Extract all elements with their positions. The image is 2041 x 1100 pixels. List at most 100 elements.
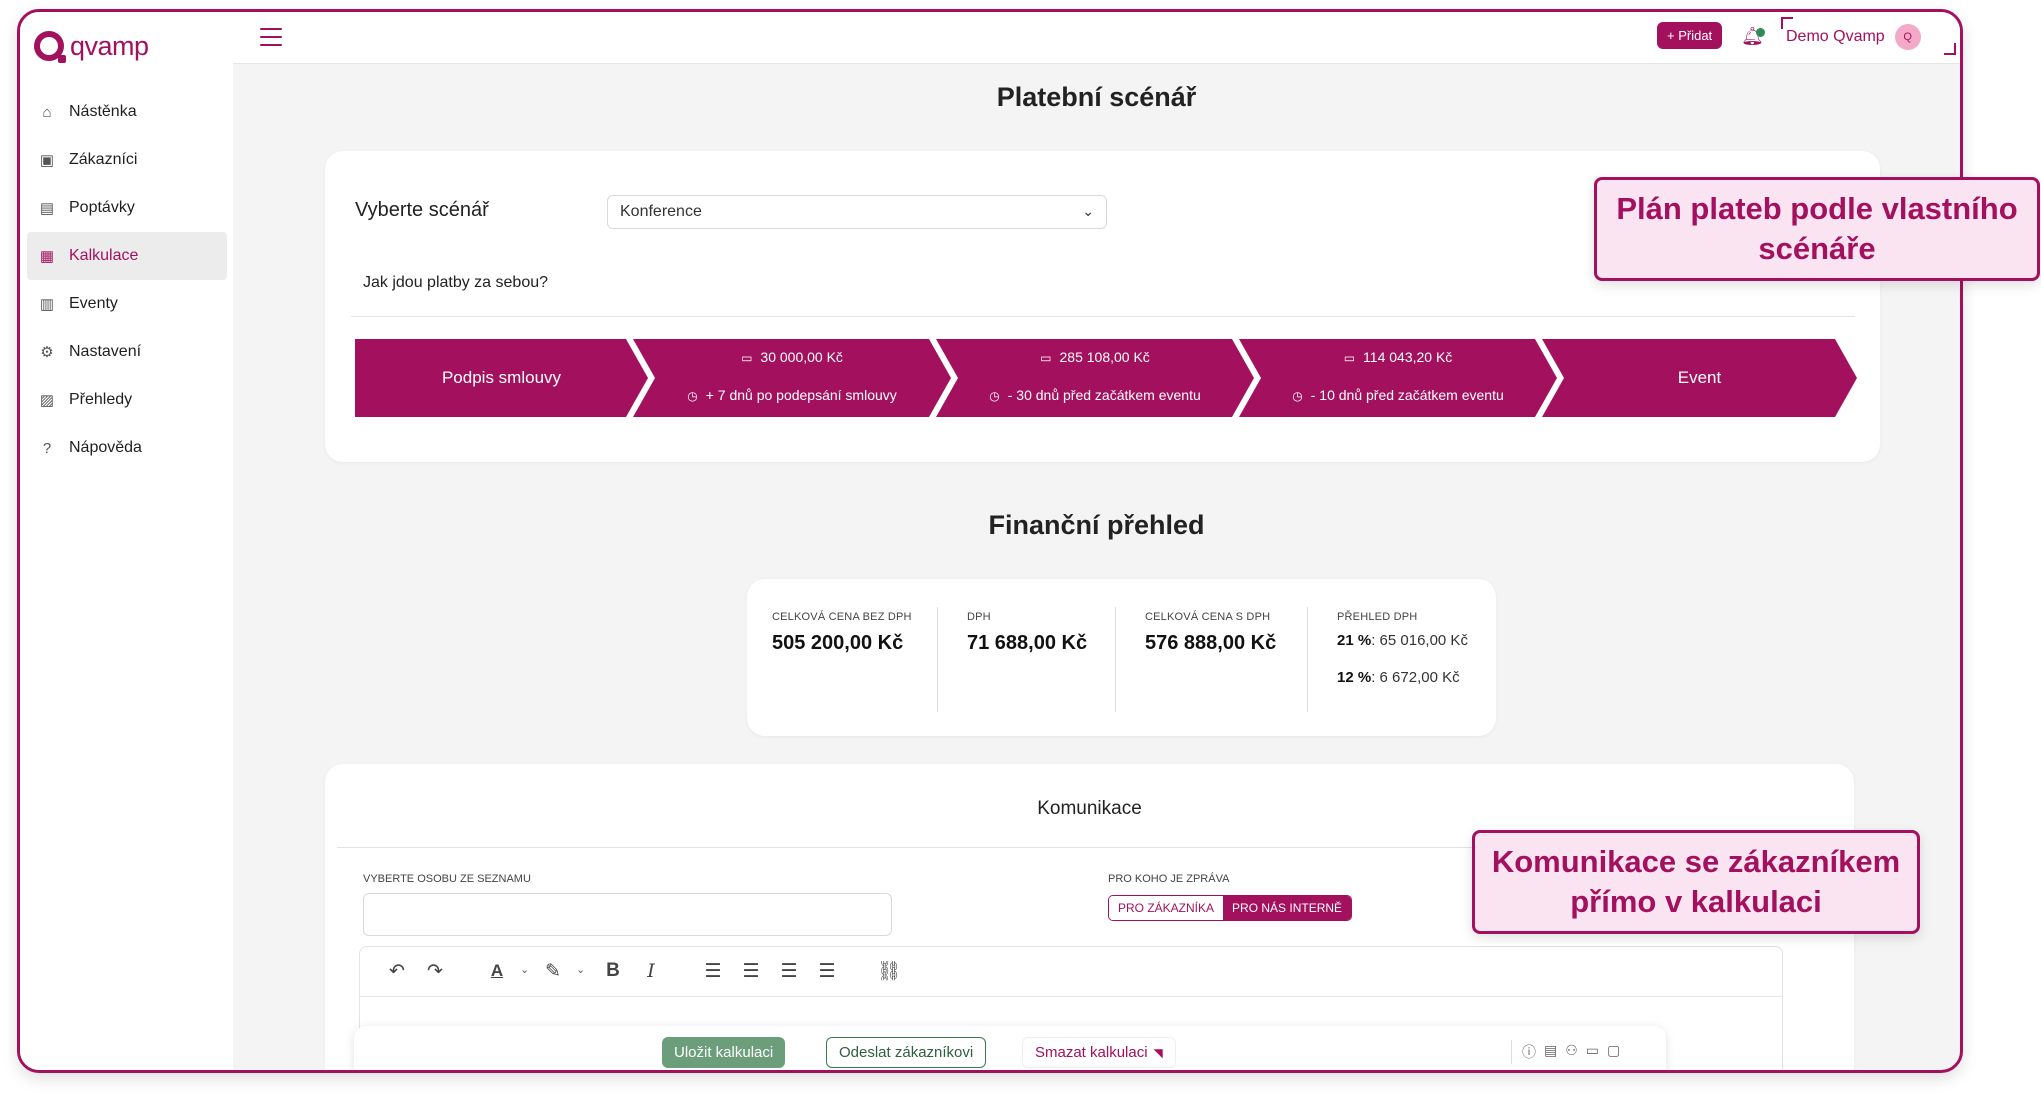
flow-step-amount: 114 043,20 Kč <box>1363 349 1453 365</box>
sidebar-item-label: Kalkulace <box>69 247 139 264</box>
logo[interactable]: qvamp <box>34 26 149 66</box>
align-right-icon[interactable]: ☰ <box>776 958 802 984</box>
sidebar-item-label: Poptávky <box>69 199 135 216</box>
logo-text: qvamp <box>70 30 149 61</box>
money-icon[interactable]: ▭ <box>1586 1042 1599 1062</box>
chart-icon: ▨ <box>39 392 55 409</box>
home-icon: ⌂ <box>42 103 52 121</box>
people-icon[interactable]: ⚇ <box>1565 1042 1578 1062</box>
calendar-icon: ▥ <box>39 296 55 313</box>
delete-button-label: Smazat kalkulaci <box>1035 1044 1148 1061</box>
sidebar-item-eventy[interactable]: ▥ Eventy <box>27 280 227 328</box>
avatar: Q <box>1894 24 1921 50</box>
chevron-down-icon: ⌄ <box>1082 203 1094 219</box>
logo-mark-icon <box>34 31 66 63</box>
scenario-label: Vyberte scénář <box>355 199 489 221</box>
undo-icon[interactable]: ↶ <box>384 958 410 984</box>
clock-icon: ◷ <box>989 389 1000 403</box>
person-input[interactable] <box>363 893 892 936</box>
notes-icon[interactable]: ▤ <box>1544 1042 1557 1062</box>
sidebar-item-label: Zákazníci <box>69 151 138 168</box>
flow-step-title: Podpis smlouvy <box>441 368 562 387</box>
money-icon: ▭ <box>1040 351 1052 365</box>
topbar: + Přidat 🔔︎ Demo Qvamp Q <box>233 12 1960 64</box>
page-title: Platební scénář <box>996 82 1197 112</box>
sidebar-item-nastaveni[interactable]: ⚙ Nastavení <box>27 328 227 376</box>
align-left-icon[interactable]: ☰ <box>700 958 726 984</box>
scenario-select[interactable]: Konference ⌄ <box>607 195 1107 229</box>
scenario-select-value: Konference <box>620 203 702 220</box>
flow-step-payment-1: ▭ 30 000,00 Kč ◷ + 7 dnů po podepsání smlo… <box>633 339 951 417</box>
align-center-icon[interactable]: ☰ <box>738 958 764 984</box>
divider <box>1115 607 1116 712</box>
add-button[interactable]: + Přidat <box>1657 22 1723 49</box>
finance-vat-overview: Přehled DPH 21 %: 65 016,00 Kč 12 %: 6 6… <box>1337 611 1468 686</box>
divider <box>1307 607 1308 712</box>
chevron-down-icon[interactable]: ⌄ <box>576 963 585 976</box>
flow-step-term: - 30 dnů před začátkem eventu <box>1007 387 1201 403</box>
save-button[interactable]: Uložit kalkulaci <box>662 1037 786 1068</box>
sidebar-item-label: Nápověda <box>69 439 142 456</box>
flow-step-payment-3: ▭ 114 043,20 Kč ◷ - 10 dnů před začátkem e… <box>1239 339 1557 417</box>
sidebar-item-zakaznici[interactable]: ▣ Zákazníci <box>27 136 227 184</box>
text-color-icon[interactable]: A <box>484 958 510 984</box>
finance-vat: DPH 71 688,00 Kč <box>967 611 1088 654</box>
user-menu[interactable]: Demo Qvamp Q <box>1786 20 1921 54</box>
panel-shortcuts: ⓘ ▤ ⚇ ▭ ▢ <box>1522 1042 1620 1062</box>
gear-icon: ⚙ <box>40 344 54 361</box>
align-justify-icon[interactable]: ☰ <box>814 958 840 984</box>
italic-icon[interactable]: I <box>638 958 664 984</box>
recipient-option-customer[interactable]: PRO ZÁKAZNÍKA <box>1109 896 1224 920</box>
sidebar-item-label: Nastavení <box>69 343 142 360</box>
document-icon: ▤ <box>39 200 55 217</box>
help-icon: ? <box>42 439 52 457</box>
recipient-option-internal[interactable]: PRO NÁS INTERNĚ <box>1223 896 1352 920</box>
arrow-icon: ◥ <box>1153 1045 1163 1060</box>
contacts-icon: ▣ <box>39 152 55 169</box>
vat-rate-row: 12 %: 6 672,00 Kč <box>1337 669 1460 686</box>
calculator-icon: ▦ <box>39 248 55 265</box>
flow-step-amount: 285 108,00 Kč <box>1059 349 1150 365</box>
sidebar-item-nastenka[interactable]: ⌂ Nástěnka <box>27 88 227 136</box>
flow-step-payment-2: ▭ 285 108,00 Kč ◷ - 30 dnů před začátkem e… <box>936 339 1254 417</box>
finance-total-net: Celková cena bez DPH 505 200,00 Kč <box>772 611 912 654</box>
finance-total-gross: Celková cena s DPH 576 888,00 Kč <box>1145 611 1277 654</box>
bold-icon[interactable]: B <box>600 958 626 984</box>
sidebar-item-kalkulace[interactable]: ▦ Kalkulace <box>27 232 227 280</box>
person-field-label: Vyberte osobu ze seznamu <box>363 873 531 885</box>
highlight-icon[interactable]: ✎ <box>540 958 566 984</box>
finance-title: Finanční přehled <box>988 510 1205 540</box>
callout-communication: Komunikace se zákazníkem přímo v kalkula… <box>1472 830 1920 934</box>
sidebar-item-prehledy[interactable]: ▨ Přehledy <box>27 376 227 424</box>
info-icon[interactable]: ⓘ <box>1522 1042 1536 1062</box>
divider <box>351 316 1855 317</box>
sidebar: qvamp ⌂ Nástěnka ▣ Zákazníci ▤ Poptávky … <box>20 12 233 1070</box>
sidebar-item-label: Přehledy <box>69 391 133 408</box>
finance-overview-card: Celková cena bez DPH 505 200,00 Kč DPH 7… <box>747 579 1496 736</box>
sidebar-item-label: Eventy <box>69 295 118 312</box>
send-to-customer-button[interactable]: Odeslat zákazníkovi <box>826 1037 987 1068</box>
action-bar: Uložit kalkulaci Odeslat zákazníkovi Sma… <box>354 1026 1666 1070</box>
money-icon: ▭ <box>1343 351 1356 365</box>
flow-step-amount: 30 000,00 Kč <box>760 349 843 365</box>
chevron-down-icon[interactable]: ⌄ <box>520 963 529 976</box>
communication-title: Komunikace <box>1037 798 1142 819</box>
payment-flow: Podpis smlouvy ▭ 30 000,00 Kč ◷ + 7 dnů po… <box>355 339 1857 417</box>
divider <box>937 607 938 712</box>
vat-rate-row: 21 %: 65 016,00 Kč <box>1337 632 1468 649</box>
money-icon: ▭ <box>741 351 753 365</box>
editor-toolbar: ↶ ↷ A ⌄ ✎ ⌄ B I ☰ ☰ ☰ ☰ ⛓ <box>360 947 1782 997</box>
link-icon[interactable]: ⛓ <box>876 958 902 984</box>
chat-icon[interactable]: ▢ <box>1607 1042 1620 1062</box>
callout-scenario: Plán plateb podle vlastního scénáře <box>1594 177 2040 281</box>
scenario-question: Jak jdou platby za sebou? <box>363 274 549 291</box>
sidebar-item-napoveda[interactable]: ? Nápověda <box>27 424 227 472</box>
delete-button[interactable]: Smazat kalkulaci ◥ <box>1022 1037 1176 1068</box>
flow-step-term: + 7 dnů po podepsání smlouvy <box>705 387 897 403</box>
sidebar-item-poptavky[interactable]: ▤ Poptávky <box>27 184 227 232</box>
flow-step-title: Event <box>1677 368 1722 387</box>
flow-step-event: Event <box>1542 339 1857 417</box>
corner-mark <box>1944 43 1956 55</box>
menu-icon[interactable] <box>260 28 282 46</box>
redo-icon[interactable]: ↷ <box>422 958 448 984</box>
